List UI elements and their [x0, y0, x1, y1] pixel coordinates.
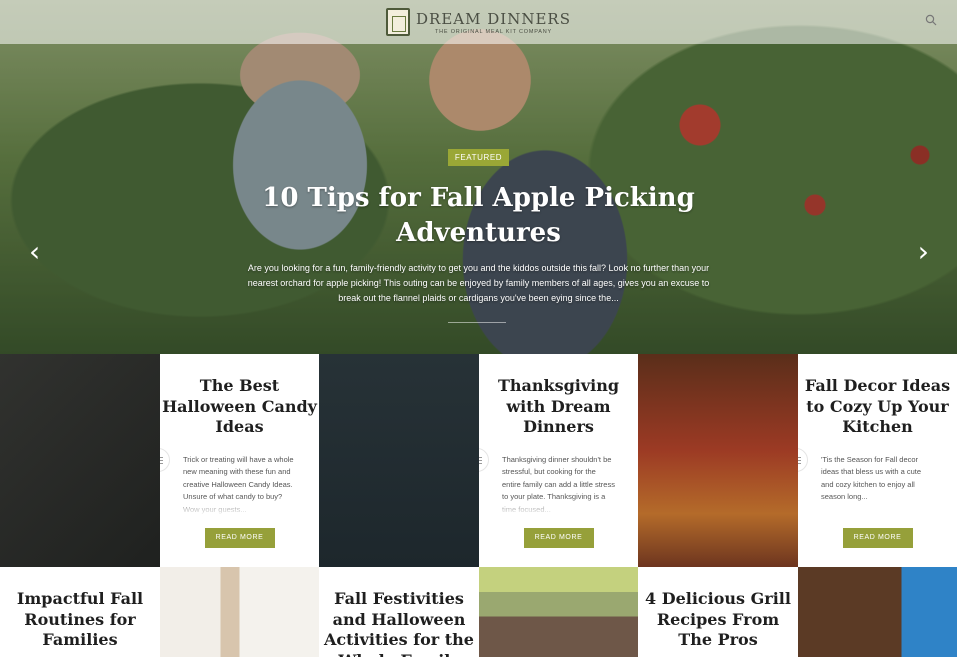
featured-excerpt: Are you looking for a fun, family-friend…: [247, 263, 710, 303]
post-card-fall-festivities: Fall Festivities and Halloween Activitie…: [319, 567, 479, 657]
slider-indicator[interactable]: [448, 322, 506, 323]
post-title[interactable]: 4 Delicious Grill Recipes From The Pros: [638, 589, 798, 651]
logo-mark: [386, 8, 411, 36]
search-icon[interactable]: [925, 14, 937, 26]
featured-badge: FEATURED: [447, 149, 510, 166]
post-title[interactable]: The Best Halloween Candy Ideas: [160, 376, 319, 438]
read-more-button[interactable]: READ MORE: [523, 527, 594, 548]
document-icon: [479, 448, 489, 472]
post-excerpt: 'Tis the Season for Fall decor ideas tha…: [821, 454, 922, 502]
read-more-button[interactable]: READ MORE: [842, 527, 913, 548]
fall-festivities-image[interactable]: [479, 567, 638, 657]
document-icon: [160, 448, 170, 472]
post-card-halloween-candy: The Best Halloween Candy Ideas Trick or …: [160, 354, 319, 567]
grill-corn-image[interactable]: [798, 567, 957, 657]
family-routines-image[interactable]: [160, 567, 319, 657]
post-card-thanksgiving: Thanksgiving with Dream Dinners Thanksgi…: [479, 354, 638, 567]
brand-name: DREAM DINNERS: [416, 9, 571, 28]
document-icon: [798, 448, 808, 472]
post-card-fall-decor: Fall Decor Ideas to Cozy Up Your Kitchen…: [798, 354, 957, 567]
chevron-right-icon[interactable]: ›: [918, 238, 929, 266]
post-title[interactable]: Fall Decor Ideas to Cozy Up Your Kitchen: [798, 376, 957, 438]
post-excerpt: Trick or treating will have a whole new …: [183, 454, 294, 514]
post-excerpt: Thanksgiving dinner shouldn't be stressf…: [502, 454, 615, 514]
site-header: DREAM DINNERS THE ORIGINAL MEAL KIT COMP…: [0, 0, 957, 44]
thanksgiving-dinner-image[interactable]: [319, 354, 479, 567]
post-title[interactable]: Impactful Fall Routines for Families: [0, 589, 160, 651]
post-card-grill-recipes: 4 Delicious Grill Recipes From The Pros: [638, 567, 798, 657]
fall-decor-image[interactable]: [638, 354, 798, 567]
brand-tagline: THE ORIGINAL MEAL KIT COMPANY: [434, 28, 552, 35]
chevron-left-icon[interactable]: ‹: [29, 238, 40, 266]
post-card-fall-routines: Impactful Fall Routines for Families: [0, 567, 160, 657]
featured-post: FEATURED 10 Tips for Fall Apple Picking …: [0, 147, 957, 306]
dream-dinners-logo[interactable]: DREAM DINNERS THE ORIGINAL MEAL KIT COMP…: [386, 8, 571, 36]
halloween-candy-image[interactable]: [0, 354, 160, 567]
featured-title[interactable]: 10 Tips for Fall Apple Picking Adventure…: [259, 181, 699, 251]
post-title[interactable]: Fall Festivities and Halloween Activitie…: [319, 589, 479, 657]
post-title[interactable]: Thanksgiving with Dream Dinners: [479, 376, 638, 438]
read-more-button[interactable]: READ MORE: [204, 527, 275, 548]
